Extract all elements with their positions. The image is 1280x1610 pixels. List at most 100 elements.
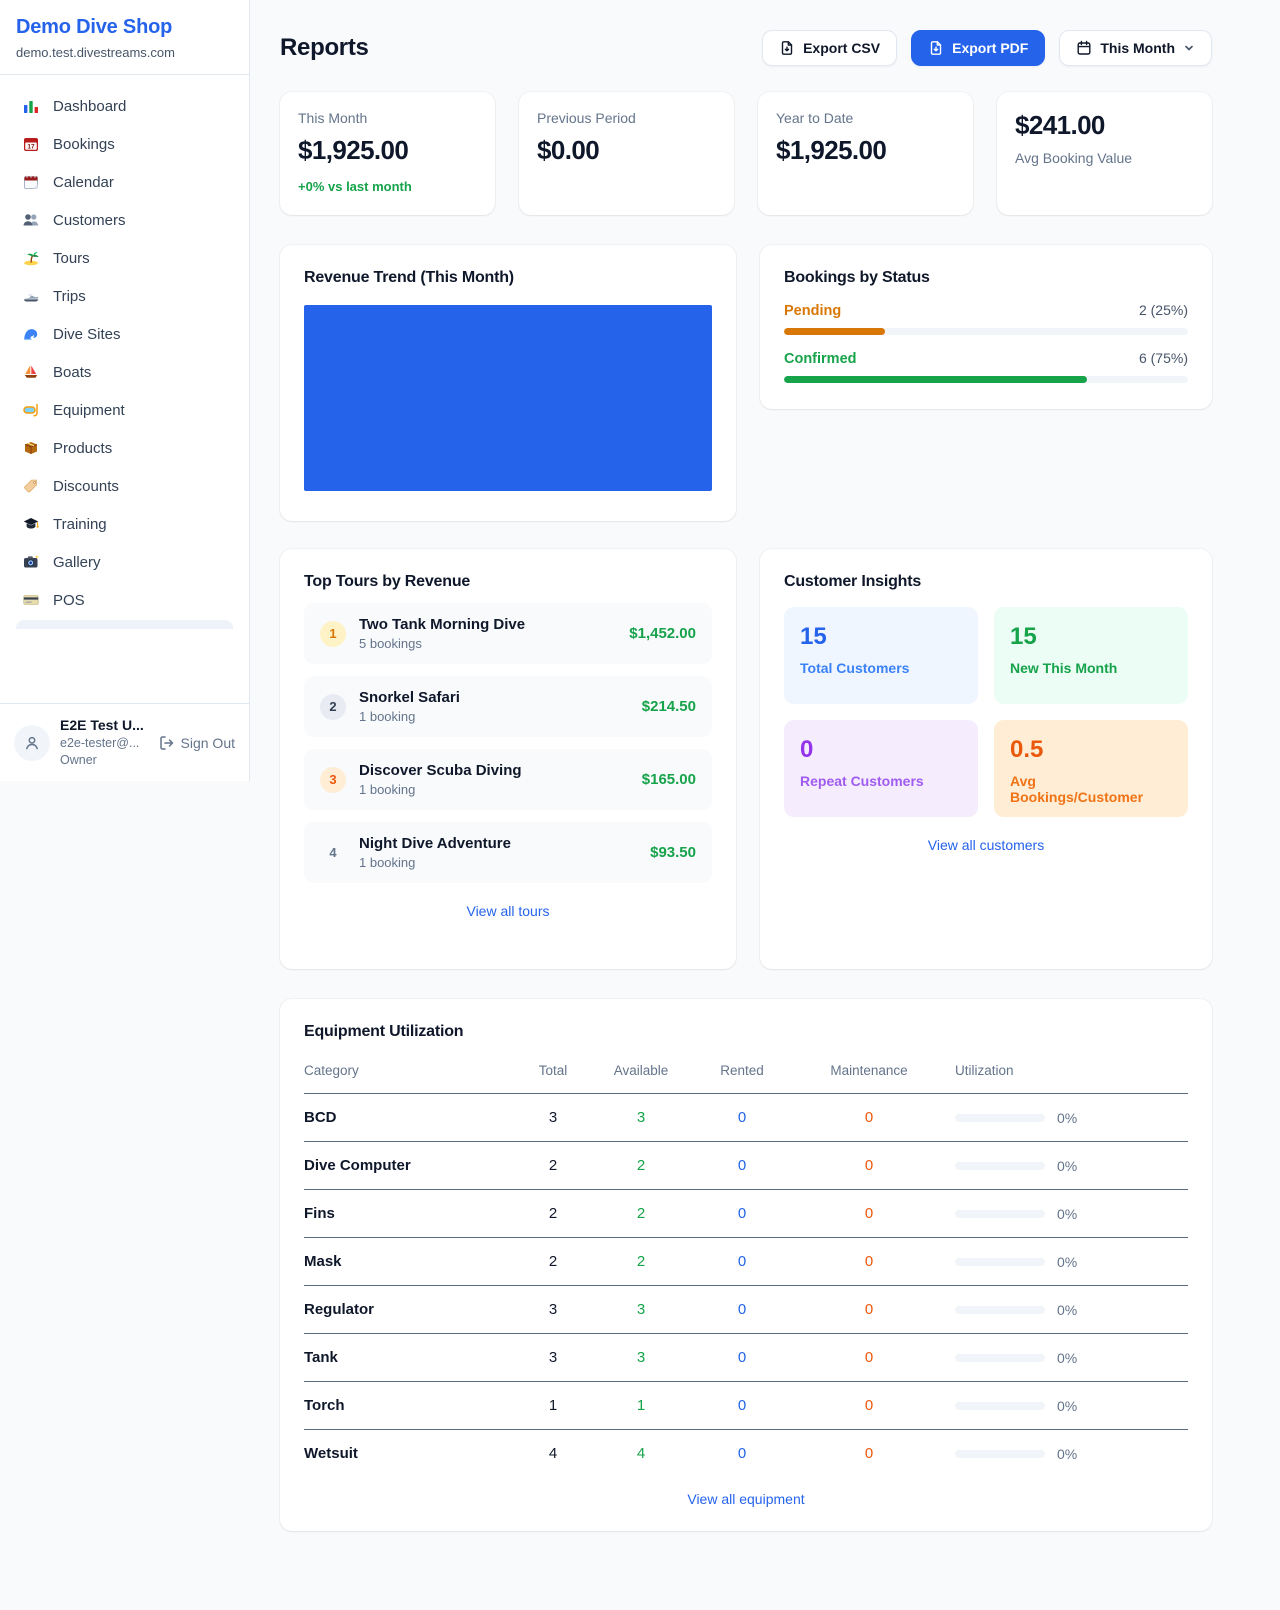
view-all-customers-link[interactable]: View all customers	[784, 837, 1188, 853]
tour-list-item: 3 Discover Scuba Diving 1 booking $165.0…	[304, 749, 712, 810]
rank-badge: 3	[320, 767, 346, 793]
sidebar-nav: Dashboard 17 Bookings Calendar Customers…	[0, 75, 249, 629]
cell-total: 3	[509, 1286, 597, 1334]
user-role: Owner	[60, 752, 149, 769]
view-all-tours-link[interactable]: View all tours	[304, 903, 712, 919]
insight-tile-total-customers: 15 Total Customers	[784, 607, 978, 704]
column-header-maintenance: Maintenance	[799, 1055, 939, 1094]
tile-value: 15	[800, 623, 962, 651]
brand: Demo Dive Shop demo.test.divestreams.com	[0, 0, 249, 75]
table-row: Torch 1 1 0 0 0%	[304, 1382, 1188, 1430]
brand-name: Demo Dive Shop	[16, 16, 233, 39]
status-count: 2 (25%)	[1139, 302, 1188, 318]
top-tours-card: Top Tours by Revenue 1 Two Tank Morning …	[280, 549, 736, 969]
sidebar-item-label: Dive Sites	[53, 326, 121, 343]
tag-icon	[22, 477, 40, 495]
status-progress-track	[784, 376, 1188, 383]
stat-label: This Month	[298, 110, 477, 126]
calendar-date-icon: 17	[22, 135, 40, 153]
export-csv-button[interactable]: Export CSV	[762, 30, 897, 66]
sidebar-item-label: Products	[53, 440, 112, 457]
utilization-percent: 0%	[1057, 1302, 1077, 1318]
cell-maintenance: 0	[799, 1286, 939, 1334]
equipment-table: Category Total Available Rented Maintena…	[304, 1055, 1188, 1477]
tile-label: Avg Bookings/Customer	[1010, 773, 1172, 805]
calendar-icon	[1076, 40, 1092, 56]
utilization-percent: 0%	[1057, 1254, 1077, 1270]
table-row: Fins 2 2 0 0 0%	[304, 1190, 1188, 1238]
status-label: Pending	[784, 303, 841, 319]
sign-out-button[interactable]: Sign Out	[159, 735, 235, 751]
bar-chart-icon	[22, 97, 40, 115]
sidebar-item-tours[interactable]: Tours	[8, 239, 241, 277]
period-dropdown[interactable]: This Month	[1059, 30, 1212, 66]
status-row-confirmed: Confirmed 6 (75%)	[784, 350, 1188, 383]
sidebar-item-equipment[interactable]: Equipment	[8, 391, 241, 429]
table-row: Dive Computer 2 2 0 0 0%	[304, 1142, 1188, 1190]
cell-maintenance: 0	[799, 1238, 939, 1286]
stat-card-this-month: This Month $1,925.00 +0% vs last month	[280, 92, 495, 215]
cell-maintenance: 0	[799, 1334, 939, 1382]
cell-available: 3	[597, 1094, 685, 1142]
cell-total: 3	[509, 1334, 597, 1382]
status-row-pending: Pending 2 (25%)	[784, 302, 1188, 335]
cell-available: 2	[597, 1190, 685, 1238]
cell-available: 3	[597, 1334, 685, 1382]
cell-available: 4	[597, 1430, 685, 1478]
people-icon	[22, 211, 40, 229]
insight-tiles: 15 Total Customers 15 New This Month 0 R…	[784, 607, 1188, 817]
equipment-utilization-title: Equipment Utilization	[304, 1023, 1188, 1041]
sidebar-item-label: Calendar	[53, 174, 114, 191]
table-row: Regulator 3 3 0 0 0%	[304, 1286, 1188, 1334]
sidebar-item-customers[interactable]: Customers	[8, 201, 241, 239]
svg-text:17: 17	[27, 144, 35, 151]
tour-name: Two Tank Morning Dive	[359, 616, 525, 633]
cell-total: 3	[509, 1094, 597, 1142]
sidebar-item-bookings[interactable]: 17 Bookings	[8, 125, 241, 163]
utilization-bar	[955, 1210, 1045, 1218]
status-count: 6 (75%)	[1139, 350, 1188, 366]
sidebar-item-reports-partial[interactable]	[16, 620, 233, 629]
cell-rented: 0	[685, 1190, 799, 1238]
sidebar-item-training[interactable]: Training	[8, 505, 241, 543]
cell-category: Dive Computer	[304, 1142, 509, 1190]
sidebar-item-trips[interactable]: Trips	[8, 277, 241, 315]
calendar-icon	[22, 173, 40, 191]
cell-category: Wetsuit	[304, 1430, 509, 1478]
cell-maintenance: 0	[799, 1142, 939, 1190]
sidebar-item-label: Discounts	[53, 478, 119, 495]
sidebar: Demo Dive Shop demo.test.divestreams.com…	[0, 0, 250, 781]
view-all-equipment-link[interactable]: View all equipment	[304, 1491, 1188, 1507]
sidebar-item-dashboard[interactable]: Dashboard	[8, 87, 241, 125]
revenue-trend-chart	[304, 305, 712, 491]
sidebar-item-label: Tours	[53, 250, 90, 267]
status-progress-track	[784, 328, 1188, 335]
export-pdf-button[interactable]: Export PDF	[911, 30, 1045, 66]
tour-amount: $214.50	[642, 698, 696, 715]
sidebar-item-products[interactable]: Products	[8, 429, 241, 467]
avatar	[14, 725, 50, 761]
sidebar-item-dive-sites[interactable]: Dive Sites	[8, 315, 241, 353]
customer-insights-title: Customer Insights	[784, 573, 1188, 591]
sidebar-item-gallery[interactable]: Gallery	[8, 543, 241, 581]
sidebar-item-pos[interactable]: POS	[8, 581, 241, 619]
utilization-percent: 0%	[1057, 1398, 1077, 1414]
tile-value: 15	[1010, 623, 1172, 651]
page-title: Reports	[280, 34, 369, 62]
cell-available: 3	[597, 1286, 685, 1334]
tour-list-item: 4 Night Dive Adventure 1 booking $93.50	[304, 822, 712, 883]
tile-label: Total Customers	[800, 660, 962, 676]
tour-amount: $165.00	[642, 771, 696, 788]
stat-label: Year to Date	[776, 110, 955, 126]
cell-maintenance: 0	[799, 1382, 939, 1430]
table-row: Mask 2 2 0 0 0%	[304, 1238, 1188, 1286]
sidebar-item-label: POS	[53, 592, 85, 609]
sidebar-item-discounts[interactable]: Discounts	[8, 467, 241, 505]
sidebar-item-boats[interactable]: Boats	[8, 353, 241, 391]
utilization-percent: 0%	[1057, 1206, 1077, 1222]
file-download-icon	[779, 40, 795, 56]
insight-tile-avg-bookings: 0.5 Avg Bookings/Customer	[994, 720, 1188, 817]
user-info: E2E Test U... e2e-tester@... Owner	[60, 716, 149, 769]
sidebar-item-calendar[interactable]: Calendar	[8, 163, 241, 201]
utilization-percent: 0%	[1057, 1110, 1077, 1126]
